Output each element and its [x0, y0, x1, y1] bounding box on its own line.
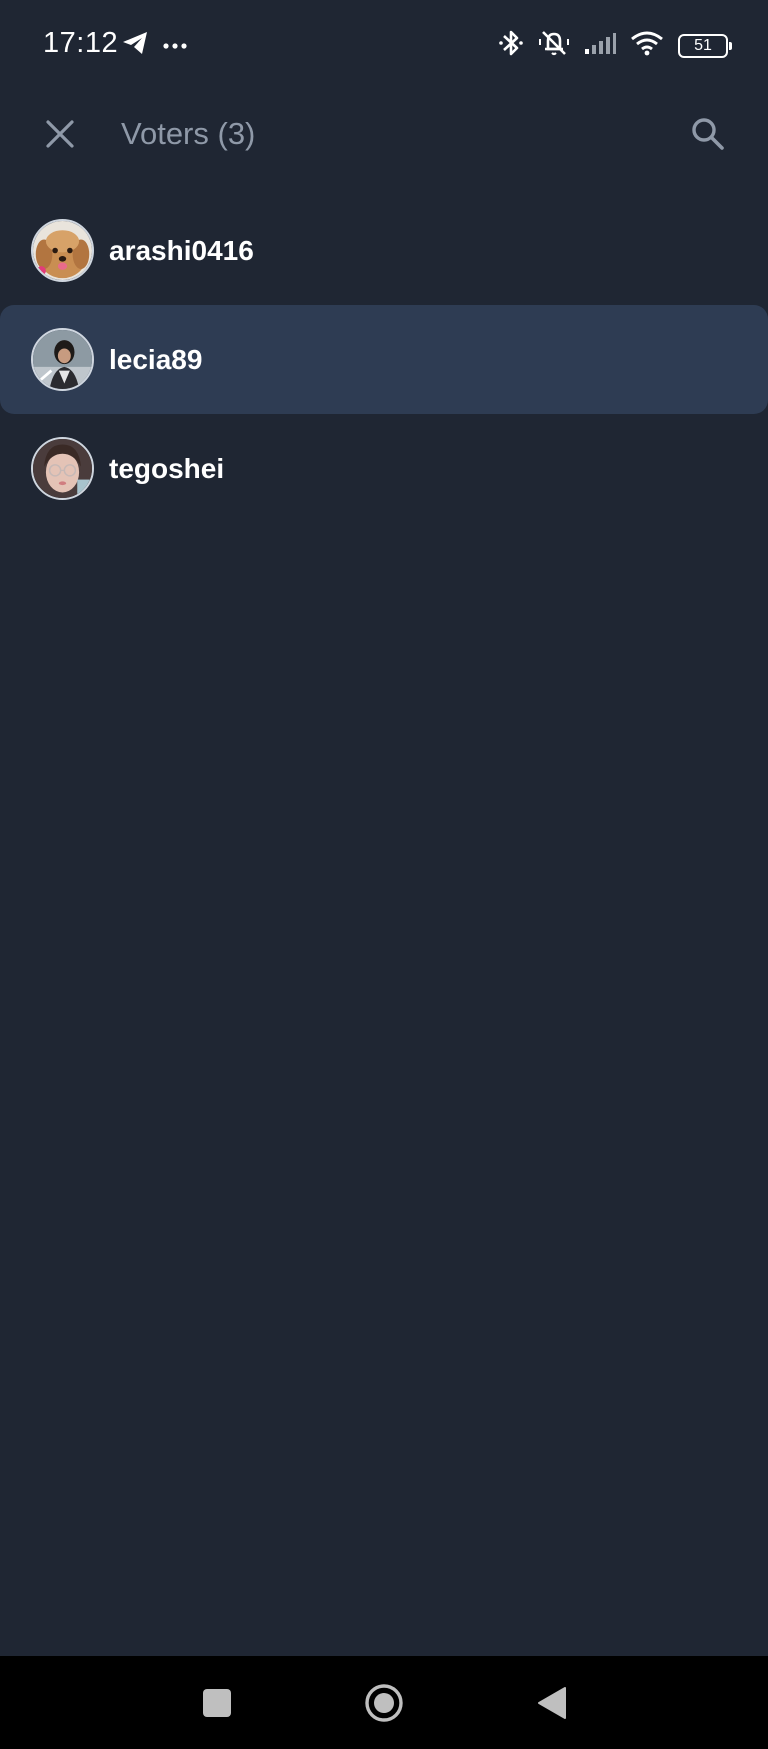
battery-icon: 51: [678, 33, 732, 58]
recent-apps-icon: [203, 1688, 231, 1717]
person-glasses-avatar: [31, 437, 94, 500]
page-title: Voters (3): [121, 116, 256, 151]
voter-list: arashi0416 lecia89 tegoshei: [0, 196, 768, 523]
close-button[interactable]: [36, 110, 84, 158]
recent-apps-button[interactable]: [195, 1656, 239, 1749]
wifi-icon: [630, 30, 664, 61]
home-icon: [365, 1683, 403, 1722]
status-right-icons: 51: [498, 28, 732, 63]
status-time: 17:12: [43, 27, 119, 59]
voter-name: lecia89: [109, 343, 203, 375]
dog-avatar: [31, 219, 94, 282]
voter-name: arashi0416: [109, 234, 254, 266]
back-button[interactable]: [530, 1656, 574, 1749]
signal-icon: [584, 31, 616, 60]
more-dots-icon: [163, 37, 187, 55]
navigation-bar: [0, 1656, 768, 1749]
bluetooth-icon: [498, 28, 524, 63]
voter-row[interactable]: arashi0416: [0, 196, 768, 305]
silent-mode-icon: [538, 28, 570, 63]
back-icon: [538, 1686, 566, 1719]
person-avatar: [31, 328, 94, 391]
status-left-icons: [121, 30, 187, 61]
status-bar: 17:12 51: [0, 0, 768, 90]
telegram-icon: [121, 30, 149, 61]
voter-row[interactable]: tegoshei: [0, 414, 768, 523]
search-button[interactable]: [684, 110, 732, 158]
home-button[interactable]: [359, 1656, 409, 1749]
voters-screen: 17:12 51 Voters (3) arashi0416 lecia89 t…: [0, 0, 768, 1749]
header-bar: Voters (3): [0, 90, 768, 182]
voter-row[interactable]: lecia89: [0, 305, 768, 414]
search-icon: [692, 118, 724, 150]
voter-name: tegoshei: [109, 452, 225, 484]
close-icon: [46, 120, 74, 148]
